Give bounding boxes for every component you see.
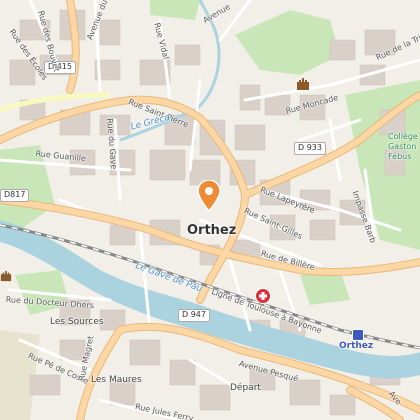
place-label: Départ (230, 383, 261, 393)
road-shield: D 947 (178, 309, 210, 322)
train-station-icon[interactable] (352, 329, 364, 341)
station-label: Orthez (339, 341, 374, 351)
hospital-icon[interactable] (255, 288, 271, 304)
castle-icon[interactable] (296, 77, 310, 91)
road-shield: D817 (0, 189, 30, 202)
castle-icon[interactable] (0, 270, 12, 282)
college-label: Collège Gaston Fébus (388, 132, 418, 161)
place-label: Les Sources (50, 317, 104, 327)
road-shield: D 933 (294, 142, 326, 155)
city-label: Orthez (187, 223, 237, 238)
map-canvas[interactable]: D 415 D 933 D 947 D817 Orthez Avenue du … (0, 0, 420, 420)
place-label: Les Maures (91, 375, 142, 385)
location-pin-icon[interactable] (196, 180, 222, 212)
